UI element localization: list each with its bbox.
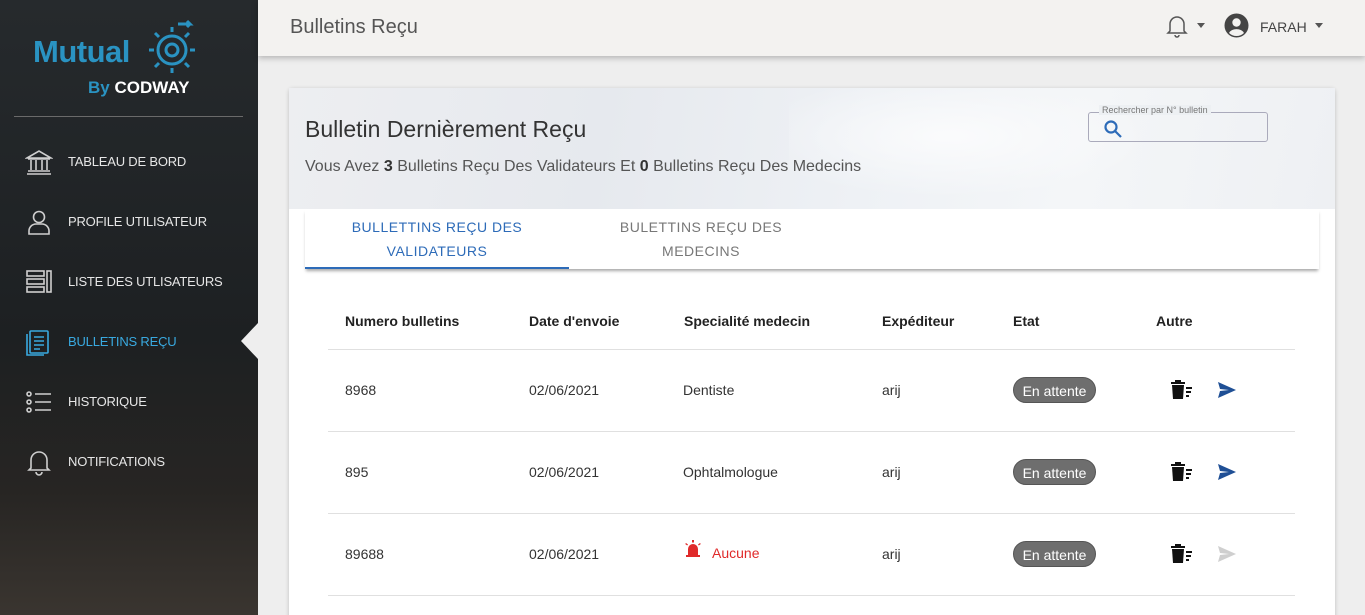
tab-validateurs[interactable]: BULLETTINS REÇU DES VALIDATEURS	[305, 209, 569, 269]
page-title: Bulletins Reçu	[290, 16, 418, 38]
notifications-bell-icon[interactable]	[1166, 14, 1188, 38]
alarm-icon	[685, 540, 701, 557]
cell-numero: 8968	[345, 382, 377, 398]
brand-name: Mutual	[33, 34, 130, 69]
cell-expediteur: arij	[882, 382, 901, 398]
cell-date: 02/06/2021	[529, 382, 600, 398]
sidebar-item-notifications[interactable]: NOTIFICATIONS	[0, 440, 258, 484]
card-header: Bulletin Dernièrement Reçu Vous Avez 3 B…	[289, 88, 1335, 209]
row-divider	[328, 595, 1295, 596]
user-name[interactable]: FARAH	[1260, 19, 1307, 35]
sidebar-item-liste-des-utilisateurs[interactable]: LISTE DES UTLISATEURS	[0, 260, 258, 304]
send-icon-disabled[interactable]	[1215, 542, 1239, 566]
cell-date: 02/06/2021	[529, 546, 600, 562]
sidebar-divider	[14, 116, 243, 117]
validators-count: 3	[383, 158, 393, 175]
cell-expediteur: arij	[882, 546, 901, 562]
search-label: Rechercher par N° bulletin	[1099, 105, 1211, 115]
cell-specialite: Ophtalmologue	[683, 464, 778, 480]
list-icon	[26, 270, 52, 293]
cell-specialite: Aucune	[712, 545, 760, 561]
gear-logo-icon	[149, 19, 195, 73]
checklist-icon	[26, 391, 51, 413]
send-icon[interactable]	[1215, 460, 1239, 484]
cell-numero: 895	[345, 464, 369, 480]
user-menu-caret-icon[interactable]	[1315, 23, 1323, 28]
tabs: BULLETTINS REÇU DES VALIDATEURS BULETTIN…	[305, 209, 1319, 269]
document-icon	[26, 330, 49, 356]
bank-icon	[25, 150, 53, 175]
row-divider	[328, 349, 1295, 350]
column-header-autre: Autre	[1156, 313, 1193, 329]
brand-logo[interactable]: Mutual By CODWAY	[30, 18, 210, 100]
card-subtitle: Vous Avez 3 Bulletins Reçu Des Validateu…	[305, 158, 862, 175]
search-input[interactable]: Rechercher par N° bulletin	[1088, 105, 1268, 142]
delete-icon[interactable]	[1169, 378, 1193, 402]
sidebar-item-historique[interactable]: HISTORIQUE	[0, 380, 258, 424]
active-indicator	[241, 323, 258, 359]
sidebar-item-profile-utilisateur[interactable]: PROFILE UTILISATEUR	[0, 200, 258, 244]
status-badge: En attente	[1013, 377, 1096, 403]
brand-tagline: By CODWAY	[88, 78, 190, 97]
row-divider	[328, 513, 1295, 514]
card-title: Bulletin Dernièrement Reçu	[305, 116, 587, 142]
column-header-etat: Etat	[1013, 313, 1040, 329]
sidebar-item-tableau-de-bord[interactable]: TABLEAU DE BORD	[0, 140, 258, 184]
cell-expediteur: arij	[882, 464, 901, 480]
delete-icon[interactable]	[1169, 542, 1193, 566]
cell-date: 02/06/2021	[529, 464, 600, 480]
notifications-caret-icon[interactable]	[1197, 23, 1205, 28]
sidebar: Mutual By CODWAY TABLEAU DE BORD PROFILE…	[0, 0, 258, 615]
avatar[interactable]	[1224, 13, 1249, 38]
sidebar-item-bulletins-recu[interactable]: BULLETINS REÇU	[0, 320, 258, 364]
doctors-count: 0	[639, 158, 649, 175]
tab-medecins[interactable]: BULETTINS REÇU DES MEDECINS	[569, 209, 833, 269]
cell-specialite: Dentiste	[683, 382, 735, 398]
column-header-numero: Numero bulletins	[345, 313, 460, 329]
status-badge: En attente	[1013, 459, 1096, 485]
column-header-specialite: Specialité medecin	[684, 313, 811, 329]
bulletins-card: Bulletin Dernièrement Reçu Vous Avez 3 B…	[289, 88, 1335, 615]
delete-icon[interactable]	[1169, 460, 1193, 484]
top-bar: Bulletins Reçu FARAH	[258, 0, 1365, 56]
bell-icon	[27, 451, 51, 476]
column-header-date: Date d'envoie	[529, 313, 620, 329]
cell-numero: 89688	[345, 546, 384, 562]
send-icon[interactable]	[1215, 378, 1239, 402]
status-badge: En attente	[1013, 541, 1096, 567]
search-icon	[1104, 120, 1122, 138]
user-icon	[28, 210, 50, 235]
column-header-expediteur: Expéditeur	[882, 313, 955, 329]
row-divider	[328, 431, 1295, 432]
